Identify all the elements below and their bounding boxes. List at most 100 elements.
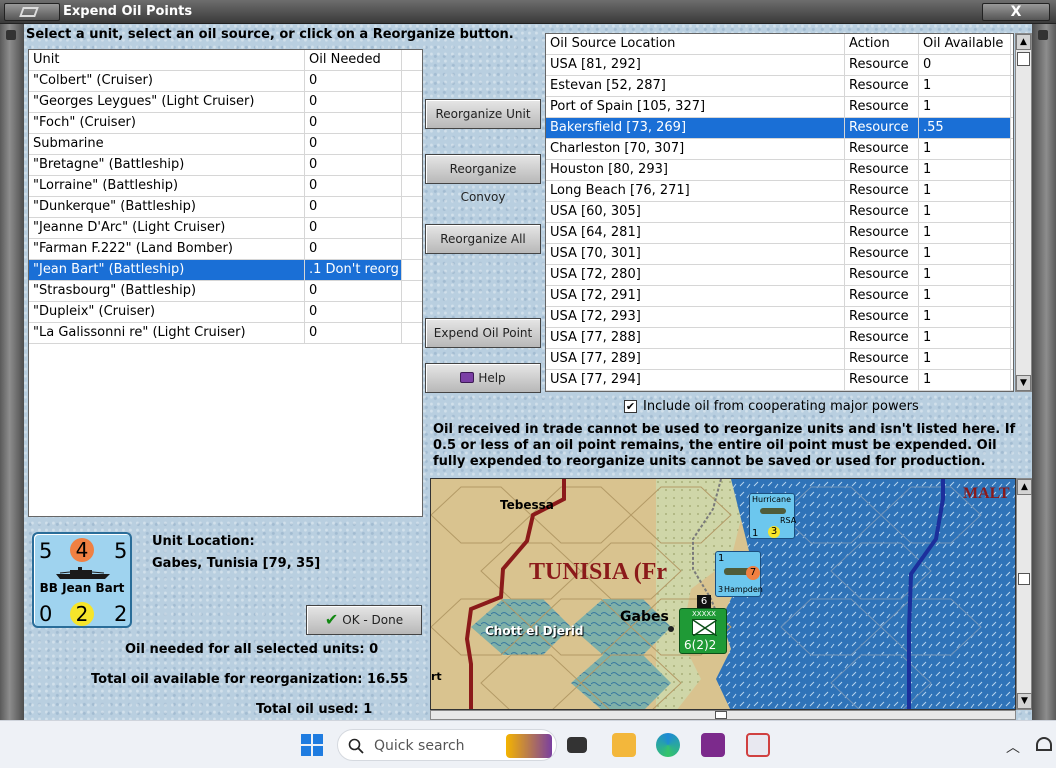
map-label-malta: MALT (963, 485, 1010, 502)
oil-source-row[interactable]: USA [77, 294] Resource 1 (546, 370, 1013, 391)
windows-start-icon[interactable] (300, 733, 324, 757)
reorganize-convoy-button[interactable]: Reorganize Convoy (425, 154, 541, 204)
map-vertical-scrollbar[interactable]: ▲ ▼ (1016, 478, 1032, 710)
action-header[interactable]: Action (845, 34, 919, 54)
unit-counter: 5 4 5 BB Jean Bart 0 2 2 (32, 532, 132, 628)
window-menu-button[interactable] (4, 3, 60, 21)
oil-source-row[interactable]: Charleston [70, 307] Resource 1 (546, 139, 1013, 160)
map-label-chott-el-djerid: Chott el Djerid (485, 624, 584, 638)
help-button[interactable]: Help (425, 363, 541, 393)
hampden-unit-counter[interactable]: 1 7 3 Hampden (715, 551, 763, 597)
close-button[interactable]: X (982, 3, 1050, 21)
oil-source-row[interactable]: USA [60, 305] Resource 1 (546, 202, 1013, 223)
oil-action-cell: Resource (845, 223, 919, 243)
reorganize-unit-button[interactable]: Reorganize Unit (425, 99, 541, 129)
hurricane-left-value: 1 (752, 528, 759, 539)
unit-table-row[interactable]: "Jeanne D'Arc" (Light Cruiser) 0 (29, 218, 422, 239)
oil-source-table[interactable]: Oil Source Location Action Oil Available… (545, 33, 1014, 392)
oil-needed-cell: 0 (305, 176, 402, 196)
oil-source-row[interactable]: USA [72, 280] Resource 1 (546, 265, 1013, 286)
scroll-down-arrow-icon[interactable]: ▼ (1016, 375, 1031, 391)
unit-table-row[interactable]: "Dupleix" (Cruiser) 0 (29, 302, 422, 323)
total-used-value: 1 (363, 702, 373, 717)
oil-source-row[interactable]: USA [77, 288] Resource 1 (546, 328, 1013, 349)
title-bar: Expend Oil Points X (0, 0, 1056, 24)
oil-available-cell: 1 (919, 349, 1011, 369)
oil-source-row[interactable]: Estevan [52, 287] Resource 1 (546, 76, 1013, 97)
unit-table-row[interactable]: "La Galissonni re" (Light Cruiser) 0 (29, 323, 422, 344)
unit-table-row[interactable]: "Colbert" (Cruiser) 0 (29, 71, 422, 92)
unit-column-header[interactable]: Unit (29, 50, 305, 70)
network-icon[interactable] (1036, 737, 1052, 751)
oil-available-cell: .55 (919, 118, 1011, 138)
include-cooperating-oil-label[interactable]: Include oil from cooperating major power… (643, 399, 919, 414)
unit-table-row[interactable]: "Strasbourg" (Battleship) 0 (29, 281, 422, 302)
counter-attack-value: 5 (39, 539, 53, 563)
include-cooperating-oil-checkbox[interactable]: ✔ (624, 400, 637, 413)
dialog-body: Select a unit, select an oil source, or … (24, 24, 1032, 720)
oil-source-row[interactable]: USA [64, 281] Resource 1 (546, 223, 1013, 244)
oil-available-cell: 1 (919, 97, 1011, 117)
task-view-icon[interactable] (567, 737, 587, 753)
game-app-icon[interactable] (701, 733, 725, 757)
map-scroll-down-icon[interactable]: ▼ (1017, 693, 1032, 709)
oil-source-row[interactable]: USA [77, 289] Resource 1 (546, 349, 1013, 370)
taskbar-search-box[interactable]: Quick search (337, 729, 557, 761)
oil-source-location-cell: Charleston [70, 307] (546, 139, 845, 159)
map-hscroll-thumb[interactable] (715, 711, 727, 719)
chevron-up-icon[interactable]: ︿ (1006, 737, 1020, 757)
oil-source-row[interactable]: USA [72, 293] Resource 1 (546, 307, 1013, 328)
oil-needed-total: Oil needed for all selected units: 0 (125, 642, 378, 657)
oil-needed-cell: 0 (305, 218, 402, 238)
battleship-icon (56, 567, 110, 579)
file-explorer-icon[interactable] (612, 733, 636, 757)
unit-table-row[interactable]: "Lorraine" (Battleship) 0 (29, 176, 422, 197)
oil-source-location-cell: Long Beach [76, 271] (546, 181, 845, 201)
ok-done-button[interactable]: ✔ OK - Done (306, 605, 422, 635)
map-scroll-up-icon[interactable]: ▲ (1017, 479, 1032, 495)
unit-table-row[interactable]: "Jean Bart" (Battleship) .1 Don't reorg (29, 260, 422, 281)
oil-action-cell: Resource (845, 181, 919, 201)
oil-source-row[interactable]: USA [81, 292] Resource 0 (546, 55, 1013, 76)
oil-source-row[interactable]: Port of Spain [105, 327] Resource 1 (546, 97, 1013, 118)
oil-source-row[interactable]: USA [72, 291] Resource 1 (546, 286, 1013, 307)
map-horizontal-scrollbar[interactable] (430, 710, 1016, 720)
unit-table-row[interactable]: "Farman F.222" (Land Bomber) 0 (29, 239, 422, 260)
oil-needed-cell: 0 (305, 155, 402, 175)
map-view[interactable]: Tebessa TUNISIA (Fr Gabes Chott el Djeri… (430, 478, 1016, 710)
unit-table-row[interactable]: "Bretagne" (Battleship) 0 (29, 155, 422, 176)
oil-needed-column-header[interactable]: Oil Needed (305, 50, 402, 70)
reorganize-all-button[interactable]: Reorganize All (425, 224, 541, 254)
oil-source-row[interactable]: USA [70, 301] Resource 1 (546, 244, 1013, 265)
oil-source-row[interactable]: Long Beach [76, 271] Resource 1 (546, 181, 1013, 202)
oil-available-cell: 1 (919, 160, 1011, 180)
map-vscroll-thumb[interactable] (1018, 573, 1030, 585)
expend-oil-point-button[interactable]: Expend Oil Point (425, 318, 541, 348)
oil-source-row[interactable]: Bakersfield [73, 269] Resource .55 (546, 118, 1013, 139)
unit-table-row[interactable]: "Foch" (Cruiser) 0 (29, 113, 422, 134)
snipping-tool-icon[interactable] (746, 733, 770, 757)
oil-action-cell: Resource (845, 202, 919, 222)
map-label-edge: rt (431, 670, 442, 683)
unit-table-row[interactable]: Submarine 0 (29, 134, 422, 155)
oil-available-cell: 1 (919, 202, 1011, 222)
oil-source-location-cell: Houston [80, 293] (546, 160, 845, 180)
unit-table-row[interactable]: "Georges Leygues" (Light Cruiser) 0 (29, 92, 422, 113)
oil-source-location-header[interactable]: Oil Source Location (546, 34, 845, 54)
oil-action-cell: Resource (845, 265, 919, 285)
unit-table[interactable]: Unit Oil Needed "Colbert" (Cruiser) 0 "Geo… (28, 49, 423, 517)
scroll-thumb[interactable] (1017, 52, 1030, 66)
window-title: Expend Oil Points (63, 4, 193, 19)
edge-browser-icon[interactable] (656, 733, 680, 757)
total-used: Total oil used: 1 (256, 702, 372, 717)
scroll-up-arrow-icon[interactable]: ▲ (1016, 34, 1031, 50)
unit-table-header: Unit Oil Needed (29, 50, 422, 71)
oil-table-scrollbar[interactable]: ▲ ▼ (1015, 33, 1032, 392)
oil-needed-cell: 0 (305, 197, 402, 217)
unit-table-row[interactable]: "Dunkerque" (Battleship) 0 (29, 197, 422, 218)
oil-source-row[interactable]: Houston [80, 293] Resource 1 (546, 160, 1013, 181)
ground-unit-counter[interactable]: XXXXX 6(2)2 (679, 608, 727, 654)
hurricane-nation-label: RSA (780, 516, 797, 525)
oil-available-header[interactable]: Oil Available (919, 34, 1011, 54)
hurricane-unit-counter[interactable]: Hurricane RSA 1 3 (749, 493, 797, 539)
